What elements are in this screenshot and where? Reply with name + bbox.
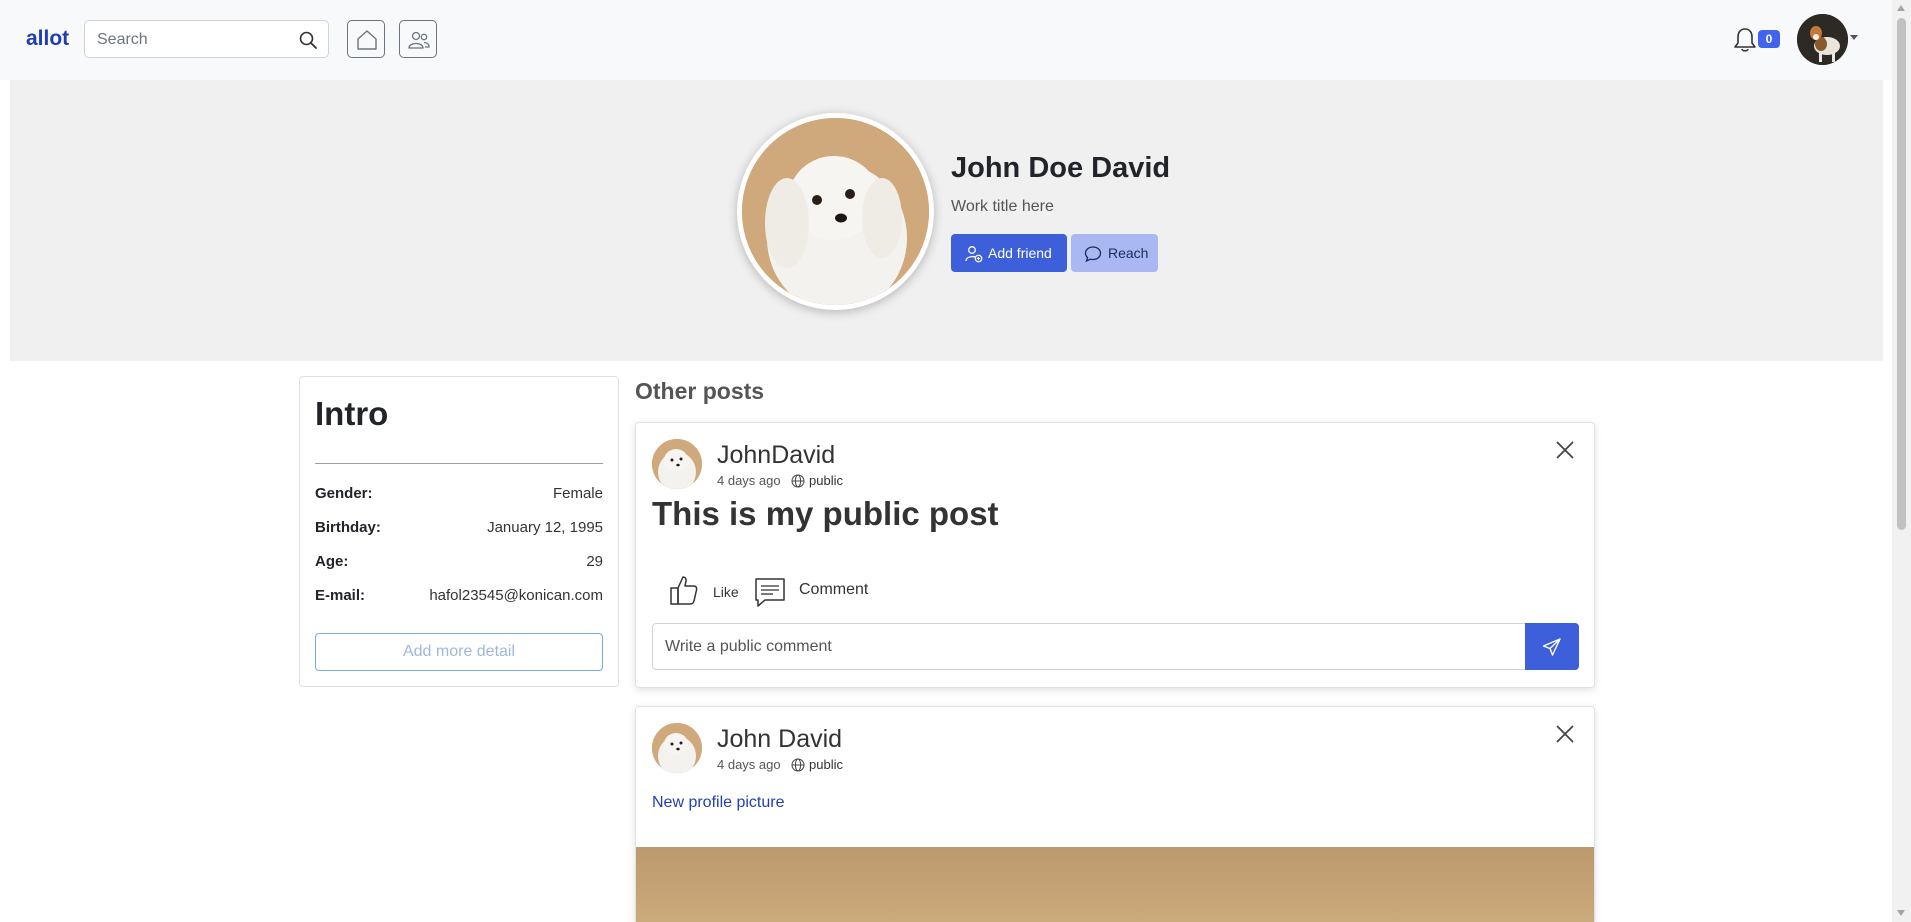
chat-bubble-icon bbox=[1084, 246, 1102, 263]
add-more-detail-button[interactable]: Add more detail bbox=[315, 633, 603, 671]
intro-value: 29 bbox=[586, 553, 603, 570]
intro-value: January 12, 1995 bbox=[487, 519, 603, 536]
bell-icon[interactable] bbox=[1732, 26, 1758, 54]
close-icon[interactable] bbox=[1554, 723, 1576, 745]
reach-button[interactable]: Reach bbox=[1071, 234, 1158, 272]
search-box bbox=[84, 20, 329, 58]
intro-row-age: Age: 29 bbox=[315, 553, 603, 575]
intro-row-birthday: Birthday: January 12, 1995 bbox=[315, 519, 603, 541]
globe-icon bbox=[791, 758, 805, 772]
avatar[interactable] bbox=[652, 439, 702, 489]
post-meta: 4 days ago public bbox=[717, 473, 843, 488]
post-visibility: public bbox=[809, 757, 843, 772]
profile-name: John Doe David bbox=[951, 152, 1171, 184]
post-card: John David 4 days ago public New profile… bbox=[635, 706, 1595, 922]
post-visibility: public bbox=[809, 473, 843, 488]
globe-icon bbox=[791, 474, 805, 488]
avatar[interactable] bbox=[652, 723, 702, 773]
profile-work-title: Work title here bbox=[951, 198, 1054, 215]
divider bbox=[315, 463, 603, 464]
post-image[interactable] bbox=[636, 847, 1594, 922]
intro-row-gender: Gender: Female bbox=[315, 485, 603, 507]
home-button[interactable] bbox=[347, 20, 385, 58]
intro-value: hafol23545@konican.com bbox=[429, 587, 603, 604]
comment-button[interactable]: Comment bbox=[799, 581, 868, 599]
post-link[interactable]: New profile picture bbox=[652, 794, 785, 812]
friends-button[interactable] bbox=[399, 20, 437, 58]
scrollbar[interactable] bbox=[1892, 0, 1911, 922]
intro-row-email: E-mail: hafol23545@konican.com bbox=[315, 587, 603, 609]
section-title: Other posts bbox=[635, 378, 765, 404]
top-navbar: allot 0 bbox=[0, 0, 1892, 80]
people-icon bbox=[408, 31, 430, 49]
add-user-icon bbox=[965, 246, 983, 263]
send-comment-button[interactable] bbox=[1525, 623, 1579, 670]
scrollbar-thumb[interactable] bbox=[1897, 18, 1906, 530]
chevron-down-icon[interactable] bbox=[1850, 35, 1858, 40]
post-time: 4 days ago bbox=[717, 757, 781, 772]
post-author[interactable]: John David bbox=[717, 725, 842, 754]
home-icon bbox=[357, 30, 377, 50]
reach-label: Reach bbox=[1108, 245, 1149, 261]
send-icon bbox=[1542, 638, 1561, 656]
intro-label: Gender: bbox=[315, 485, 373, 502]
profile-picture[interactable] bbox=[737, 113, 934, 310]
post-author[interactable]: JohnDavid bbox=[717, 441, 835, 470]
intro-card: Intro Gender: Female Birthday: January 1… bbox=[299, 376, 619, 687]
intro-value: Female bbox=[552, 485, 603, 502]
intro-label: E-mail: bbox=[315, 587, 366, 604]
close-icon[interactable] bbox=[1554, 439, 1576, 461]
intro-title: Intro bbox=[315, 395, 389, 432]
notification-badge: 0 bbox=[1758, 30, 1780, 48]
post-card: JohnDavid 4 days ago public This is my p… bbox=[635, 422, 1595, 688]
scroll-up-icon[interactable] bbox=[1897, 5, 1905, 11]
scroll-down-icon[interactable] bbox=[1897, 910, 1905, 916]
post-meta: 4 days ago public bbox=[717, 757, 843, 772]
post-text: This is my public post bbox=[652, 495, 999, 532]
intro-label: Birthday: bbox=[315, 519, 381, 536]
like-button[interactable]: Like bbox=[713, 584, 739, 600]
search-input[interactable] bbox=[97, 29, 287, 51]
user-avatar[interactable] bbox=[1797, 14, 1848, 65]
add-friend-label: Add friend bbox=[988, 245, 1052, 261]
comment-input[interactable] bbox=[652, 623, 1526, 670]
post-time: 4 days ago bbox=[717, 473, 781, 488]
search-icon[interactable] bbox=[298, 30, 318, 50]
thumbs-up-icon[interactable] bbox=[669, 573, 699, 607]
comment-icon[interactable] bbox=[753, 575, 787, 609]
profile-cover bbox=[10, 80, 1883, 361]
intro-label: Age: bbox=[315, 553, 349, 570]
brand-logo[interactable]: allot bbox=[26, 27, 69, 51]
add-friend-button[interactable]: Add friend bbox=[951, 234, 1067, 272]
